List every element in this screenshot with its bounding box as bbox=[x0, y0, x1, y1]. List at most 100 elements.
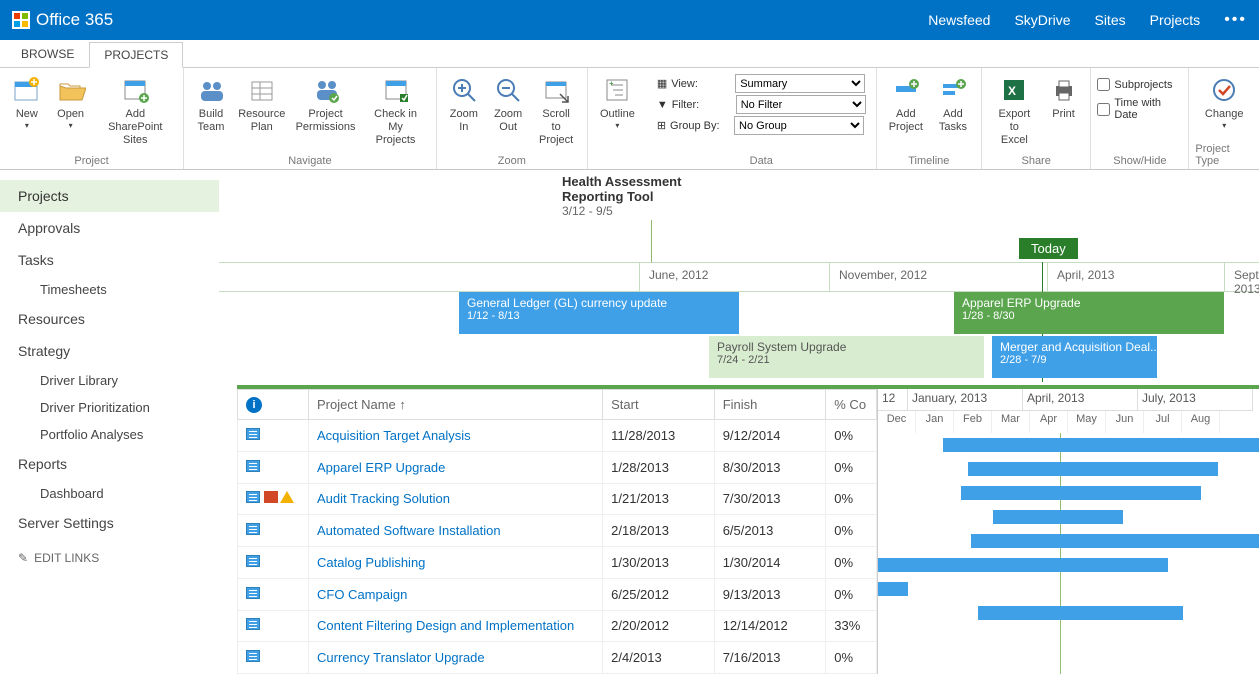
content-area: Health Assessment Reporting Tool 3/12 - … bbox=[219, 170, 1259, 674]
timeline-callout: Health Assessment Reporting Tool 3/12 - … bbox=[562, 174, 681, 218]
suite-title: Office 365 bbox=[36, 10, 113, 30]
table-row[interactable]: Apparel ERP Upgrade1/28/20138/30/20130% bbox=[238, 451, 877, 483]
col-finish[interactable]: Finish bbox=[714, 390, 826, 420]
sidebar-item-strategy[interactable]: Strategy bbox=[0, 335, 219, 367]
project-link[interactable]: Apparel ERP Upgrade bbox=[317, 460, 445, 475]
nav-skydrive[interactable]: SkyDrive bbox=[1014, 12, 1070, 28]
gantt-quarter-label: January, 2013 bbox=[908, 389, 1023, 411]
sidebar-item-dashboard[interactable]: Dashboard bbox=[0, 480, 219, 507]
scale-label: June, 2012 bbox=[649, 268, 708, 282]
group-navigate-label: Navigate bbox=[288, 153, 331, 167]
timeline-bar[interactable]: Apparel ERP Upgrade1/28 - 8/30 bbox=[954, 292, 1224, 334]
subprojects-checkbox[interactable]: Subprojects bbox=[1097, 78, 1182, 91]
zoom-out-button[interactable]: Zoom Out bbox=[487, 72, 529, 136]
col-name[interactable]: Project Name ↑ bbox=[309, 390, 603, 420]
project-link[interactable]: Acquisition Target Analysis bbox=[317, 428, 471, 443]
gantt-month-label: Jun bbox=[1106, 411, 1144, 433]
scale-tick bbox=[639, 262, 640, 292]
open-button[interactable]: Open▾ bbox=[50, 72, 92, 133]
project-link[interactable]: Currency Translator Upgrade bbox=[317, 650, 485, 665]
permissions-icon bbox=[310, 74, 342, 106]
project-link[interactable]: CFO Campaign bbox=[317, 587, 407, 602]
check-in-icon bbox=[380, 74, 412, 106]
gantt-bar[interactable] bbox=[943, 438, 1259, 452]
print-button[interactable]: Print bbox=[1043, 72, 1085, 123]
view-select[interactable]: Summary bbox=[735, 74, 865, 93]
gantt-bar[interactable] bbox=[968, 462, 1218, 476]
table-row[interactable]: Automated Software Installation2/18/2013… bbox=[238, 515, 877, 547]
timeline-bar[interactable]: General Ledger (GL) currency update1/12 … bbox=[459, 292, 739, 334]
outline-button[interactable]: +Outline▾ bbox=[594, 72, 641, 133]
gantt-bar[interactable] bbox=[993, 510, 1123, 524]
timeline-bar[interactable]: Merger and Acquisition Deal...2/28 - 7/9 bbox=[992, 336, 1157, 378]
add-tasks-button[interactable]: Add Tasks bbox=[931, 72, 975, 136]
tab-browse[interactable]: BROWSE bbox=[6, 41, 89, 67]
gantt-bar[interactable] bbox=[878, 558, 1168, 572]
resource-plan-button[interactable]: Resource Plan bbox=[234, 72, 290, 136]
excel-icon: X bbox=[998, 74, 1030, 106]
gantt-bar[interactable] bbox=[961, 486, 1201, 500]
nav-sites[interactable]: Sites bbox=[1094, 12, 1125, 28]
sidebar-item-approvals[interactable]: Approvals bbox=[0, 212, 219, 244]
time-with-date-checkbox[interactable]: Time with Date bbox=[1097, 97, 1182, 121]
scale-tick bbox=[1047, 262, 1048, 292]
sidebar-item-projects[interactable]: Projects bbox=[0, 180, 219, 212]
resource-plan-icon bbox=[246, 74, 278, 106]
nav-more-icon[interactable]: ••• bbox=[1224, 11, 1247, 29]
finish-cell: 1/30/2014 bbox=[714, 547, 826, 579]
table-row[interactable]: CFO Campaign6/25/20129/13/20130% bbox=[238, 578, 877, 610]
filter-select[interactable]: No Filter bbox=[736, 95, 866, 114]
gantt-quarter-label: April, 2013 bbox=[1023, 389, 1138, 411]
col-pct[interactable]: % Co bbox=[826, 390, 877, 420]
sidebar-item-reports[interactable]: Reports bbox=[0, 448, 219, 480]
start-cell: 1/28/2013 bbox=[603, 451, 715, 483]
build-team-button[interactable]: Build Team bbox=[190, 72, 232, 136]
nav-projects[interactable]: Projects bbox=[1150, 12, 1201, 28]
table-row[interactable]: Currency Translator Upgrade2/4/20137/16/… bbox=[238, 642, 877, 674]
sidebar-item-timesheets[interactable]: Timesheets bbox=[0, 276, 219, 303]
sidebar-item-server-settings[interactable]: Server Settings bbox=[0, 507, 219, 539]
alert-icon bbox=[264, 491, 278, 503]
timeline-bar[interactable]: Payroll System Upgrade7/24 - 2/21 bbox=[709, 336, 984, 378]
sidebar-item-driver-prioritization[interactable]: Driver Prioritization bbox=[0, 394, 219, 421]
project-link[interactable]: Content Filtering Design and Implementat… bbox=[317, 618, 574, 633]
project-link[interactable]: Audit Tracking Solution bbox=[317, 491, 450, 506]
today-flag: Today bbox=[1019, 238, 1078, 259]
sidebar-item-resources[interactable]: Resources bbox=[0, 303, 219, 335]
col-start[interactable]: Start bbox=[603, 390, 715, 420]
edit-links-button[interactable]: ✎EDIT LINKS bbox=[0, 539, 219, 577]
project-permissions-button[interactable]: Project Permissions bbox=[292, 72, 360, 136]
table-row[interactable]: Catalog Publishing1/30/20131/30/20140% bbox=[238, 547, 877, 579]
sidebar-item-tasks[interactable]: Tasks bbox=[0, 244, 219, 276]
project-link[interactable]: Automated Software Installation bbox=[317, 523, 501, 538]
sidebar: ProjectsApprovalsTasksTimesheetsResource… bbox=[0, 170, 219, 674]
sidebar-item-portfolio-analyses[interactable]: Portfolio Analyses bbox=[0, 421, 219, 448]
group-data: ▦View:Summary ▼Filter:No Filter ⊞Group B… bbox=[647, 68, 877, 169]
table-row[interactable]: Content Filtering Design and Implementat… bbox=[238, 610, 877, 642]
add-project-button[interactable]: Add Project bbox=[883, 72, 929, 136]
export-excel-button[interactable]: XExport to Excel bbox=[988, 72, 1041, 150]
pct-cell: 0% bbox=[826, 547, 877, 579]
table-header-row: i Project Name ↑ Start Finish % Co bbox=[238, 390, 877, 420]
zoom-in-button[interactable]: Zoom In bbox=[443, 72, 485, 136]
project-link[interactable]: Catalog Publishing bbox=[317, 555, 425, 570]
change-type-button[interactable]: Change▾ bbox=[1199, 72, 1250, 133]
check-in-projects-button[interactable]: Check in My Projects bbox=[361, 72, 429, 150]
pct-cell: 33% bbox=[826, 610, 877, 642]
group-select[interactable]: No Group bbox=[734, 116, 864, 135]
add-sharepoint-sites-button[interactable]: Add SharePoint Sites bbox=[93, 72, 177, 150]
nav-newsfeed[interactable]: Newsfeed bbox=[928, 12, 990, 28]
table-row[interactable]: Audit Tracking Solution1/21/20137/30/201… bbox=[238, 483, 877, 515]
tab-projects[interactable]: PROJECTS bbox=[89, 42, 183, 68]
new-button[interactable]: New▾ bbox=[6, 72, 48, 133]
info-icon: i bbox=[246, 397, 262, 413]
col-info[interactable]: i bbox=[238, 390, 309, 420]
group-label: Group By: bbox=[670, 120, 730, 132]
gantt-bar[interactable] bbox=[878, 582, 908, 596]
sidebar-item-driver-library[interactable]: Driver Library bbox=[0, 367, 219, 394]
gantt-bar[interactable] bbox=[978, 606, 1183, 620]
group-timeline-label: Timeline bbox=[908, 153, 949, 167]
gantt-bar[interactable] bbox=[971, 534, 1259, 548]
table-row[interactable]: Acquisition Target Analysis11/28/20139/1… bbox=[238, 420, 877, 452]
scroll-to-project-button[interactable]: Scroll to Project bbox=[531, 72, 581, 150]
